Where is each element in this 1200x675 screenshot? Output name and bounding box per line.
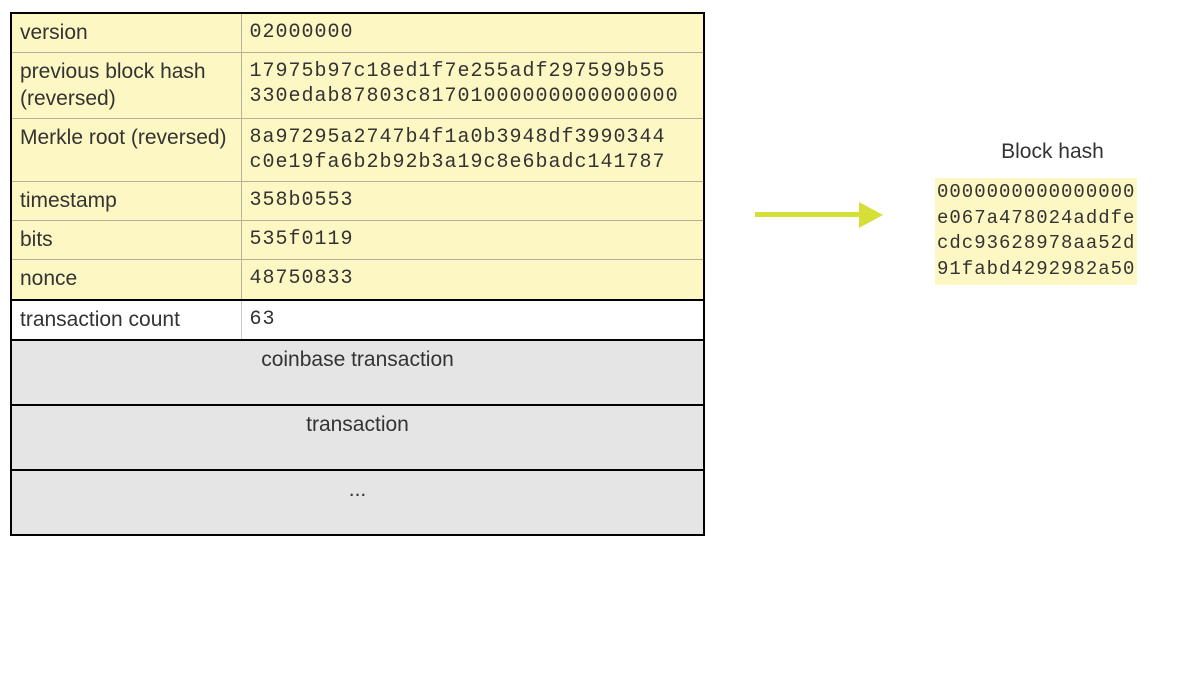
label-bits: bits (11, 221, 241, 260)
value-merkle-root: 8a97295a2747b4f1a0b3948df3990344 c0e19fa… (241, 118, 704, 181)
value-tx-count: 63 (241, 300, 704, 340)
label-version: version (11, 13, 241, 53)
value-bits: 535f0119 (241, 221, 704, 260)
row-transaction-ellipsis: ... (11, 470, 704, 535)
label-nonce: nonce (11, 260, 241, 300)
row-bits: bits 535f0119 (11, 221, 704, 260)
label-prev-hash: previous block hash (reversed) (11, 53, 241, 119)
label-timestamp: timestamp (11, 181, 241, 220)
value-nonce: 48750833 (241, 260, 704, 300)
block-hash-title: Block hash (935, 140, 1170, 164)
row-timestamp: timestamp 358b0553 (11, 181, 704, 220)
transaction-label: transaction (11, 405, 704, 470)
coinbase-transaction-label: coinbase transaction (11, 340, 704, 405)
row-tx-count: transaction count 63 (11, 300, 704, 340)
block-hash-value: 0000000000000000 e067a478024addfe cdc936… (935, 178, 1137, 285)
row-version: version 02000000 (11, 13, 704, 53)
arrow-icon (755, 200, 885, 230)
row-merkle-root: Merkle root (reversed) 8a97295a2747b4f1a… (11, 118, 704, 181)
value-prev-hash: 17975b97c18ed1f7e255adf297599b55 330edab… (241, 53, 704, 119)
row-nonce: nonce 48750833 (11, 260, 704, 300)
value-timestamp: 358b0553 (241, 181, 704, 220)
transaction-ellipsis-label: ... (11, 470, 704, 535)
row-transaction: transaction (11, 405, 704, 470)
block-hash-panel: Block hash 0000000000000000 e067a478024a… (935, 140, 1170, 285)
value-version: 02000000 (241, 13, 704, 53)
row-prev-hash: previous block hash (reversed) 17975b97c… (11, 53, 704, 119)
label-tx-count: transaction count (11, 300, 241, 340)
label-merkle-root: Merkle root (reversed) (11, 118, 241, 181)
block-structure-table: version 02000000 previous block hash (re… (10, 12, 705, 536)
row-coinbase-transaction: coinbase transaction (11, 340, 704, 405)
